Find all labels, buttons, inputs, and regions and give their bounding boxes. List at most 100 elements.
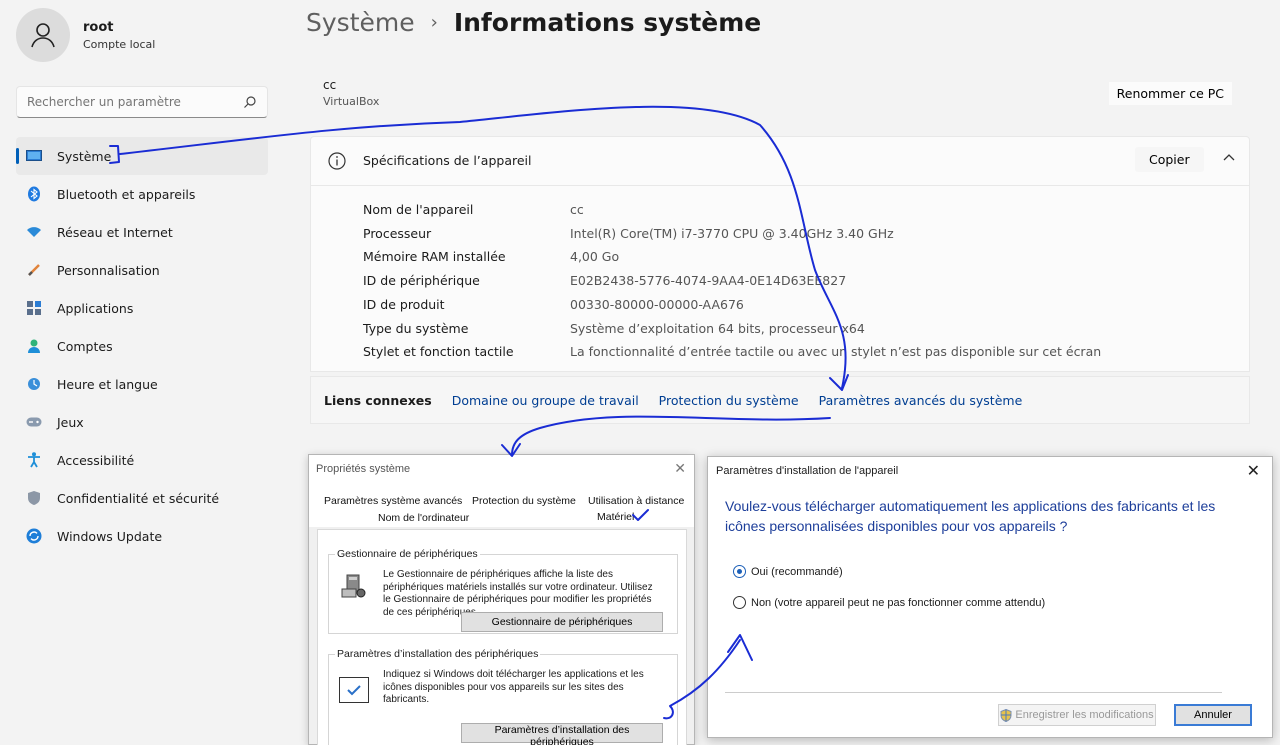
divider [725, 692, 1222, 693]
install-settings-button[interactable]: Paramètres d’installation des périphériq… [461, 723, 663, 745]
user-profile[interactable]: root Compte local [16, 8, 155, 62]
globe-clock-icon [26, 376, 42, 392]
tab-materiel[interactable]: Matériel [591, 511, 641, 523]
install-settings-checkbox-icon [339, 677, 369, 703]
install-settings-group: Paramètres d’installation des périphériq… [328, 648, 678, 745]
nav-label: Confidentialité et sécurité [57, 490, 220, 506]
nav-item-bluetooth[interactable]: Bluetooth et appareils [16, 175, 268, 213]
spec-value: Intel(R) Core(TM) i7-3770 CPU @ 3.40GHz … [570, 226, 894, 241]
related-links: Liens connexes Domaine ou groupe de trav… [310, 376, 1250, 424]
chevron-up-icon[interactable] [1223, 153, 1235, 161]
spec-label: Nom de l'appareil [363, 202, 474, 217]
hardware-tab-panel: Gestionnaire de périphériques Le Gestion… [317, 529, 687, 745]
nav-item-personnalisation[interactable]: Personnalisation [16, 251, 268, 289]
nav-item-windows-update[interactable]: Windows Update [16, 517, 268, 555]
group-title: Paramètres d’installation des périphériq… [335, 648, 541, 660]
radio-button[interactable] [733, 596, 746, 609]
radio-button[interactable] [733, 565, 746, 578]
spec-label: Type du système [363, 321, 469, 336]
save-changes-button[interactable]: Enregistrer les modifications [998, 704, 1156, 726]
device-manager-icon [341, 574, 366, 598]
spec-value: E02B2438-5776-4074-9AA4-0E14D63EE827 [570, 273, 847, 288]
pc-name: cc [323, 78, 337, 92]
spec-row: Type du système Système d’exploitation 64… [363, 321, 865, 341]
radio-label: Oui (recommandé) [751, 565, 843, 578]
tab-nom-ordinateur[interactable]: Nom de l'ordinateur [378, 512, 469, 524]
nav-item-applications[interactable]: Applications [16, 289, 268, 327]
spec-value: 00330-80000-00000-AA676 [570, 297, 744, 312]
link-parametres-avances[interactable]: Paramètres avancés du système [819, 393, 1023, 408]
device-install-dialog: Paramètres d'installation de l'appareil … [707, 456, 1273, 738]
spec-row: ID de périphérique E02B2438-5776-4074-9AA… [363, 273, 846, 293]
search-input[interactable] [27, 95, 243, 109]
device-specs-title: Spécifications de l’appareil [363, 153, 532, 168]
device-specs-body: Nom de l'appareil cc Processeur Intel(R) C… [310, 186, 1250, 372]
dialog-titlebar: Propriétés système ✕ [309, 455, 694, 483]
spec-label: Processeur [363, 226, 432, 241]
breadcrumb-separator: › [430, 12, 438, 33]
dialog-title: Propriétés système [316, 463, 411, 475]
nav-item-confidentialite[interactable]: Confidentialité et sécurité [16, 479, 268, 517]
spec-value: Système d’exploitation 64 bits, processe… [570, 321, 865, 336]
copy-button[interactable]: Copier [1135, 147, 1204, 172]
nav-label: Heure et langue [57, 376, 158, 392]
cancel-button[interactable]: Annuler [1174, 704, 1252, 726]
close-icon[interactable]: ✕ [1247, 461, 1260, 481]
tab-utilisation-distance[interactable]: Utilisation à distance [588, 495, 684, 507]
nav-label: Accessibilité [57, 452, 135, 468]
user-name: root [83, 19, 114, 35]
link-protection-systeme[interactable]: Protection du système [659, 393, 799, 408]
tab-parametres-avances[interactable]: Paramètres système avancés [324, 495, 462, 507]
spec-label: ID de périphérique [363, 273, 480, 288]
nav-label: Comptes [57, 338, 113, 354]
breadcrumb-parent[interactable]: Système [306, 8, 415, 37]
tab-protection-systeme[interactable]: Protection du système [472, 495, 576, 507]
apps-icon [26, 300, 42, 316]
update-icon [26, 528, 42, 544]
spec-value: cc [570, 202, 584, 217]
radio-label: Non (votre appareil peut ne pas fonction… [751, 596, 1046, 609]
nav-item-comptes[interactable]: Comptes [16, 327, 268, 365]
device-manager-group: Gestionnaire de périphériques Le Gestion… [328, 548, 678, 634]
radio-option-oui[interactable]: Oui (recommandé) [733, 565, 843, 578]
radio-option-non[interactable]: Non (votre appareil peut ne pas fonction… [733, 596, 1045, 609]
spec-row: Stylet et fonction tactile La fonctionnal… [363, 344, 1101, 364]
nav-label: Système [57, 148, 112, 164]
spec-row: Mémoire RAM installée 4,00 Go [363, 249, 619, 269]
gamepad-icon [26, 414, 42, 430]
rename-pc-button[interactable]: Renommer ce PC [1108, 82, 1232, 105]
system-properties-dialog: Propriétés système ✕ Paramètres système … [308, 454, 695, 745]
nav-item-jeux[interactable]: Jeux [16, 403, 268, 441]
dialog-title: Paramètres d'installation de l'appareil [716, 465, 899, 477]
search-box[interactable] [16, 86, 268, 118]
nav-label: Windows Update [57, 528, 163, 544]
search-icon[interactable] [243, 95, 257, 109]
close-icon[interactable]: ✕ [674, 460, 686, 477]
link-domaine-groupe[interactable]: Domaine ou groupe de travail [452, 393, 639, 408]
nav-item-reseau[interactable]: Réseau et Internet [16, 213, 268, 251]
page-title: Informations système [453, 8, 762, 37]
spec-row: Processeur Intel(R) Core(TM) i7-3770 CPU … [363, 226, 894, 246]
group-title: Gestionnaire de périphériques [335, 548, 480, 560]
spec-label: Stylet et fonction tactile [363, 344, 514, 359]
person-icon [31, 23, 55, 48]
pc-card: cc VirtualBox Renommer ce PC [310, 68, 1250, 124]
related-links-label: Liens connexes [324, 392, 432, 408]
device-manager-button[interactable]: Gestionnaire de périphériques [461, 612, 663, 632]
spec-label: Mémoire RAM installée [363, 249, 506, 264]
sidebar: root Compte local Système Bluetooth et a… [0, 0, 280, 745]
spec-value: 4,00 Go [570, 249, 620, 264]
person-icon [26, 338, 42, 354]
spec-row: ID de produit 00330-80000-00000-AA676 [363, 297, 744, 317]
account-type: Compte local [83, 37, 156, 51]
device-specs-header[interactable]: Spécifications de l’appareil Copier [310, 136, 1250, 186]
nav-item-accessibilite[interactable]: Accessibilité [16, 441, 268, 479]
nav-label: Réseau et Internet [57, 224, 173, 240]
uac-shield-icon [1000, 708, 1012, 722]
nav-item-systeme[interactable]: Système [16, 137, 268, 175]
settings-nav: Système Bluetooth et appareils Réseau et… [16, 137, 268, 555]
save-label: Enregistrer les modifications [1015, 709, 1154, 721]
nav-item-heure-langue[interactable]: Heure et langue [16, 365, 268, 403]
group-text: Indiquez si Windows doit télécharger les… [383, 669, 644, 705]
nav-label: Bluetooth et appareils [57, 186, 196, 202]
